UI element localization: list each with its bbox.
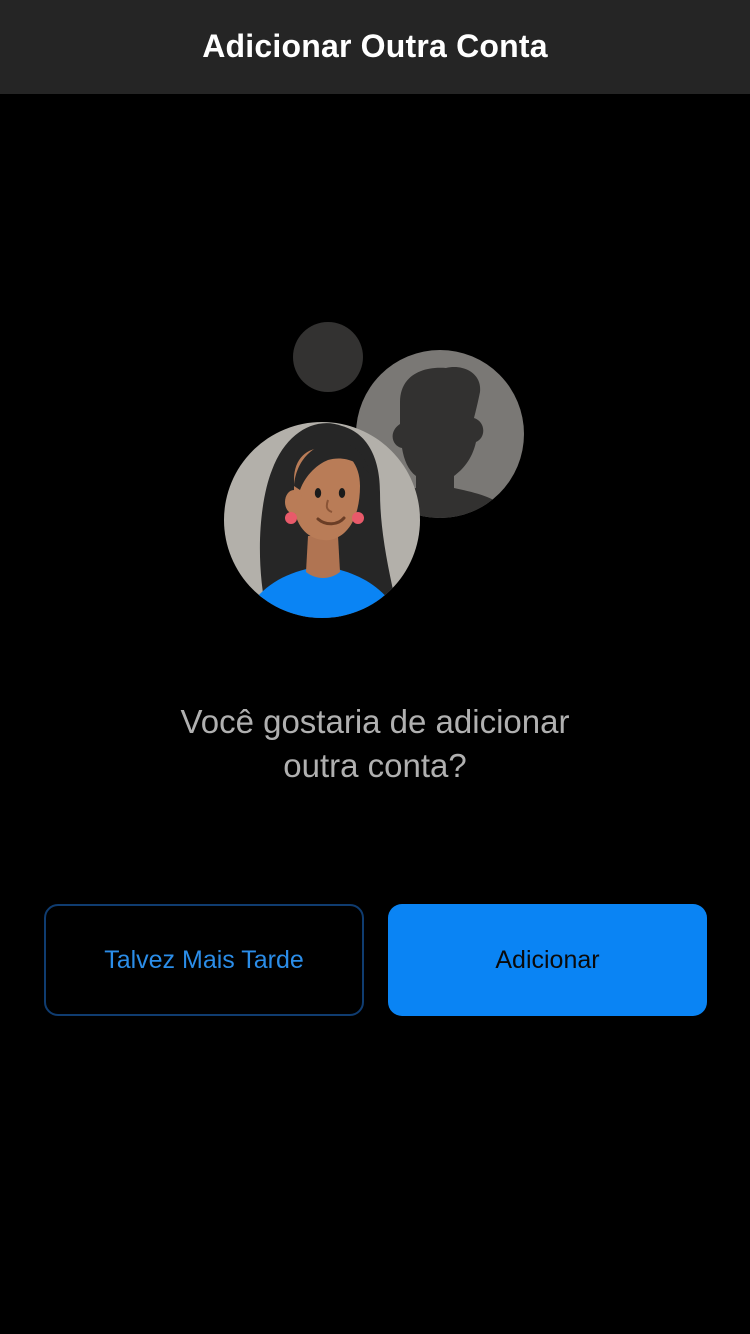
page-title: Adicionar Outra Conta [202, 27, 548, 64]
add-account-prompt: Você gostaria de adicionar outra conta? [75, 700, 675, 788]
prompt-line-1: Você gostaria de adicionar [180, 703, 570, 740]
small-dot-icon [293, 322, 363, 392]
prompt-line-2: outra conta? [283, 747, 467, 784]
add-account-button[interactable]: Adicionar [388, 904, 707, 1016]
add-account-label: Adicionar [495, 945, 600, 974]
woman-avatar-icon [224, 422, 420, 618]
maybe-later-button[interactable]: Talvez Mais Tarde [44, 904, 364, 1016]
maybe-later-label: Talvez Mais Tarde [104, 945, 304, 974]
add-account-screen: Adicionar Outra Conta Você gostaria de a… [0, 0, 750, 1334]
add-account-illustration [210, 310, 540, 630]
navigation-bar: Adicionar Outra Conta [0, 0, 750, 94]
